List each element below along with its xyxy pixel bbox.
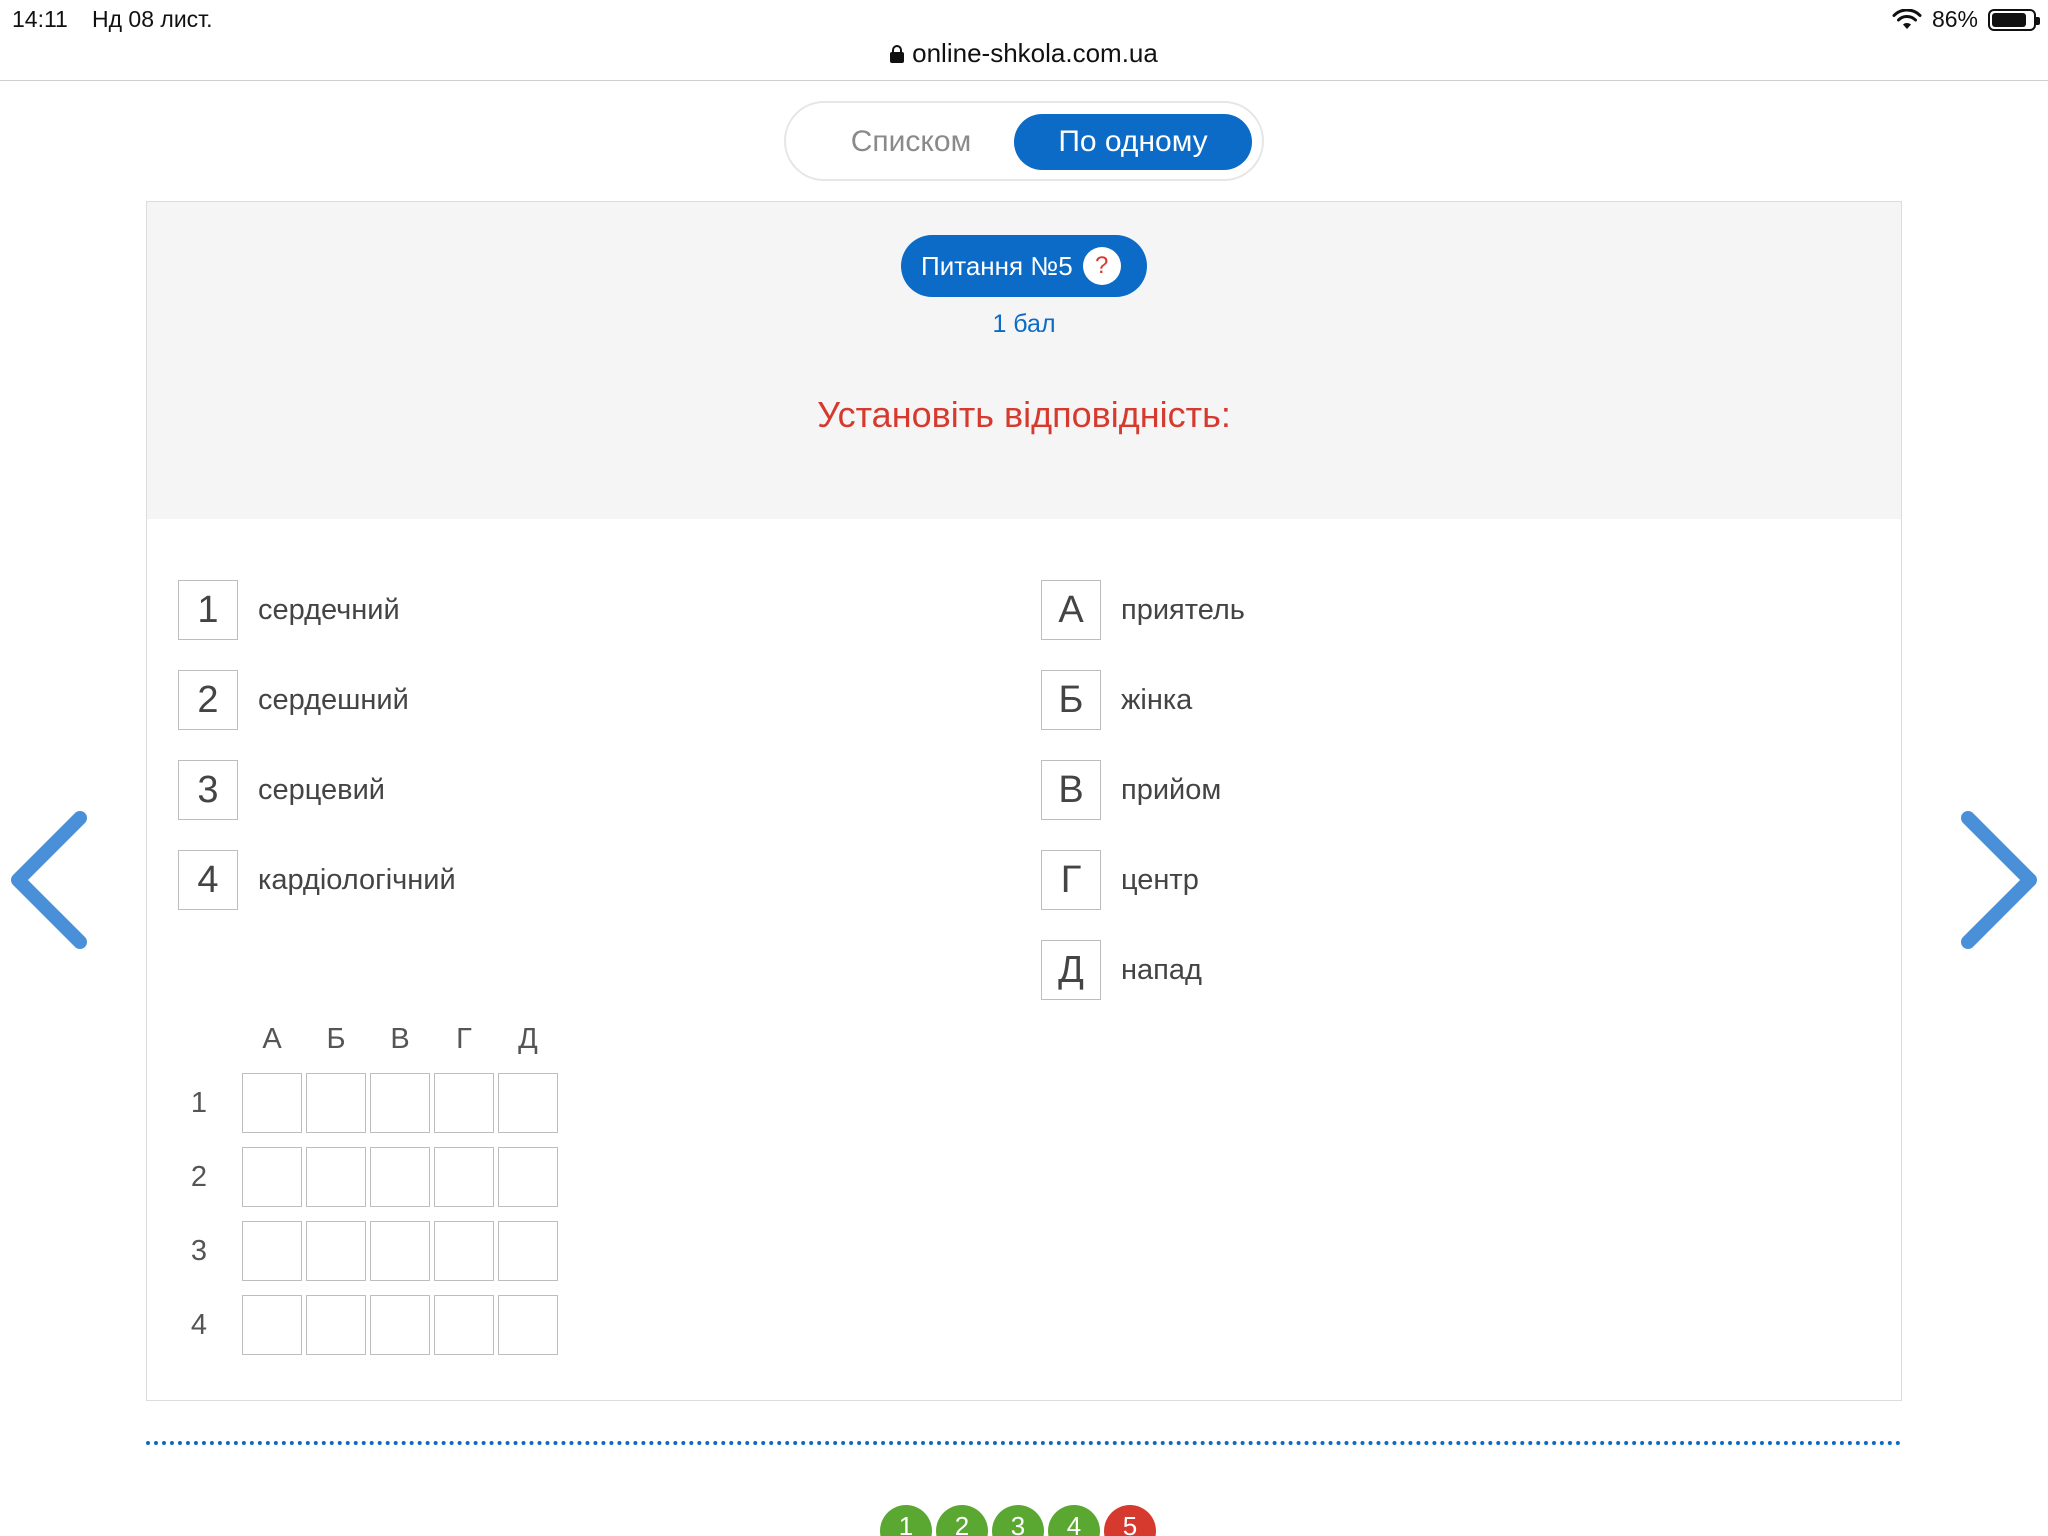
page-button[interactable]: 5 [1104, 1505, 1156, 1536]
grid-cell[interactable] [306, 1073, 366, 1133]
right-item-key: Г [1041, 850, 1101, 910]
right-item-key: А [1041, 580, 1101, 640]
grid-column-header: А [262, 1023, 282, 1055]
page-button[interactable]: 2 [936, 1505, 988, 1536]
grid-cell[interactable] [242, 1147, 302, 1207]
left-item-key: 3 [178, 760, 238, 820]
answer-grid: А Б В Г Д 1 2 3 4 [176, 1023, 576, 1363]
question-pagination: 1 2 3 4 5 [880, 1505, 1156, 1536]
right-item-key: Б [1041, 670, 1101, 730]
grid-cell[interactable] [370, 1073, 430, 1133]
left-item-key: 2 [178, 670, 238, 730]
battery-percent: 86% [1931, 6, 1978, 32]
question-header: Питання №5 ? 1 бал Установіть відповідні… [147, 202, 1901, 519]
grid-row-label: 3 [190, 1235, 208, 1267]
right-item: А приятель [1041, 580, 1245, 640]
grid-cell[interactable] [434, 1147, 494, 1207]
grid-row-label: 1 [190, 1087, 208, 1119]
left-item: 1 сердечний [178, 580, 400, 640]
grid-row-label: 4 [190, 1309, 208, 1341]
grid-cell[interactable] [306, 1147, 366, 1207]
question-number-badge: Питання №5 ? [901, 235, 1147, 297]
grid-cell[interactable] [434, 1295, 494, 1355]
right-item: Г центр [1041, 850, 1199, 910]
view-toggle: Списком По одному [784, 101, 1264, 181]
grid-column-header: Г [456, 1023, 472, 1055]
page-button[interactable]: 4 [1048, 1505, 1100, 1536]
question-points: 1 бал [992, 310, 1056, 338]
grid-cell[interactable] [498, 1147, 558, 1207]
right-item-key: В [1041, 760, 1101, 820]
toggle-single-button[interactable]: По одному [1014, 114, 1252, 170]
grid-cell[interactable] [242, 1295, 302, 1355]
left-item-text: сердешний [258, 683, 409, 716]
right-item-key: Д [1041, 940, 1101, 1000]
right-item: Б жінка [1041, 670, 1192, 730]
help-button[interactable]: ? [1082, 247, 1121, 285]
lock-icon [890, 44, 905, 63]
right-item-text: напад [1121, 953, 1202, 986]
left-item: 3 серцевий [178, 760, 385, 820]
right-item-text: прийом [1121, 773, 1222, 806]
toggle-list-button[interactable]: Списком [798, 114, 1024, 170]
grid-row-label: 2 [190, 1161, 208, 1193]
left-item-text: серцевий [258, 773, 385, 806]
right-item-text: центр [1121, 863, 1199, 896]
page-button[interactable]: 1 [880, 1505, 932, 1536]
grid-cell[interactable] [242, 1073, 302, 1133]
left-item: 4 кардіологічний [178, 850, 456, 910]
grid-cell[interactable] [498, 1073, 558, 1133]
page-button[interactable]: 3 [992, 1505, 1044, 1536]
toolbar-divider [0, 80, 2048, 81]
right-item: В прийом [1041, 760, 1221, 820]
status-indicators: 86% [1892, 6, 2040, 33]
grid-column-header: Б [326, 1023, 346, 1055]
question-instruction: Установіть відповідність: [817, 394, 1231, 435]
grid-column-header: Д [518, 1023, 538, 1055]
status-time: 14:11 [12, 6, 68, 32]
grid-cell[interactable] [434, 1221, 494, 1281]
grid-cell[interactable] [498, 1221, 558, 1281]
url-text: online-shkola.com.ua [912, 38, 1158, 68]
left-item-text: сердечний [258, 593, 400, 626]
next-arrow-icon[interactable] [1956, 806, 2042, 954]
grid-cell[interactable] [242, 1221, 302, 1281]
left-item: 2 сердешний [178, 670, 409, 730]
left-item-text: кардіологічний [258, 863, 456, 896]
address-bar[interactable]: online-shkola.com.ua [0, 38, 2048, 69]
grid-cell[interactable] [370, 1295, 430, 1355]
grid-column-header: В [390, 1023, 410, 1055]
left-item-key: 1 [178, 580, 238, 640]
question-number: Питання №5 [921, 250, 1073, 281]
right-item-text: приятель [1121, 593, 1245, 626]
status-bar: 14:11 Нд 08 лист. 86% [0, 0, 2048, 40]
left-item-key: 4 [178, 850, 238, 910]
battery-icon [1988, 8, 2040, 31]
right-item-text: жінка [1121, 683, 1193, 716]
grid-cell[interactable] [306, 1221, 366, 1281]
grid-cell[interactable] [370, 1221, 430, 1281]
grid-cell[interactable] [306, 1295, 366, 1355]
grid-cell[interactable] [498, 1295, 558, 1355]
dotted-separator [146, 1441, 1902, 1445]
wifi-icon [1892, 8, 1922, 29]
grid-cell[interactable] [370, 1147, 430, 1207]
status-date: Нд 08 лист. [92, 6, 213, 32]
grid-cell[interactable] [434, 1073, 494, 1133]
right-item: Д напад [1041, 940, 1202, 1000]
prev-arrow-icon[interactable] [6, 806, 92, 954]
